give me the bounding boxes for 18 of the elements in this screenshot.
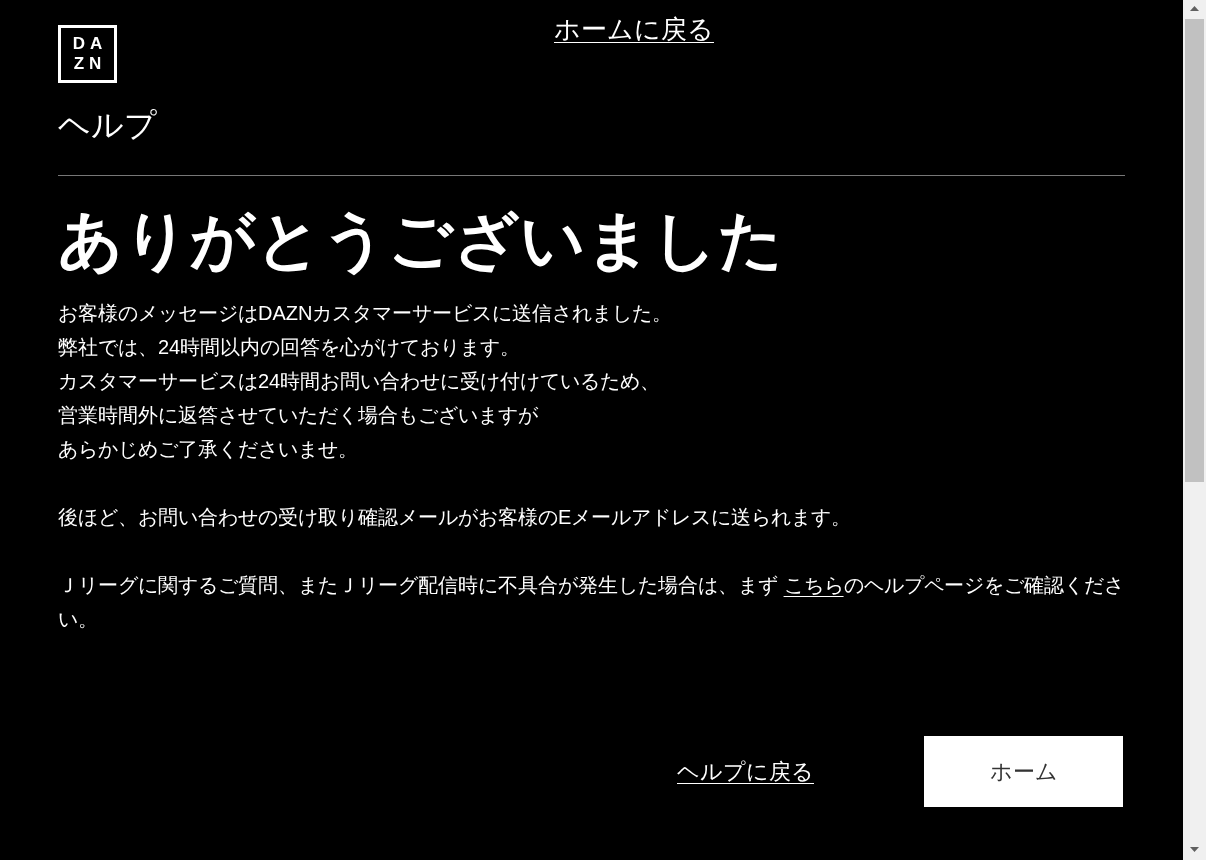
back-to-help-link[interactable]: ヘルプに戻る — [677, 755, 814, 788]
scrollbar[interactable] — [1183, 0, 1206, 860]
message-line: 営業時間外に返答させていただく場合もございますが — [58, 403, 538, 428]
logo: DA ZN — [58, 25, 117, 83]
message-line: 弊社では、24時間以内の回答を心がけております。 — [58, 335, 521, 360]
here-link[interactable]: こちら — [783, 574, 844, 596]
message-line: あらかじめご了承くださいませ。 — [58, 437, 358, 462]
section-title: ヘルプ — [58, 106, 158, 145]
jleague-note: Ｊリーグに関するご質問、またＪリーグ配信時に不具合が発生した場合は、まず こちらのヘルプページをご確認ください。 — [58, 573, 1124, 632]
scroll-up-icon[interactable] — [1190, 6, 1199, 11]
heading: ありがとうございました — [58, 203, 785, 278]
message-line: カスタマーサービスは24時間お問い合わせに受け付けているため、 — [58, 369, 661, 394]
message-line: お客様のメッセージはDAZNカスタマーサービスに送信されました。 — [58, 301, 673, 326]
scrollbar-thumb[interactable] — [1185, 19, 1204, 482]
scroll-down-icon[interactable] — [1190, 847, 1199, 852]
confirmation-note: 後ほど、お問い合わせの受け取り確認メールがお客様のEメールアドレスに送られます。 — [58, 505, 853, 530]
home-link[interactable]: ホームに戻る — [554, 12, 714, 46]
home-button[interactable]: ホーム — [924, 736, 1123, 807]
